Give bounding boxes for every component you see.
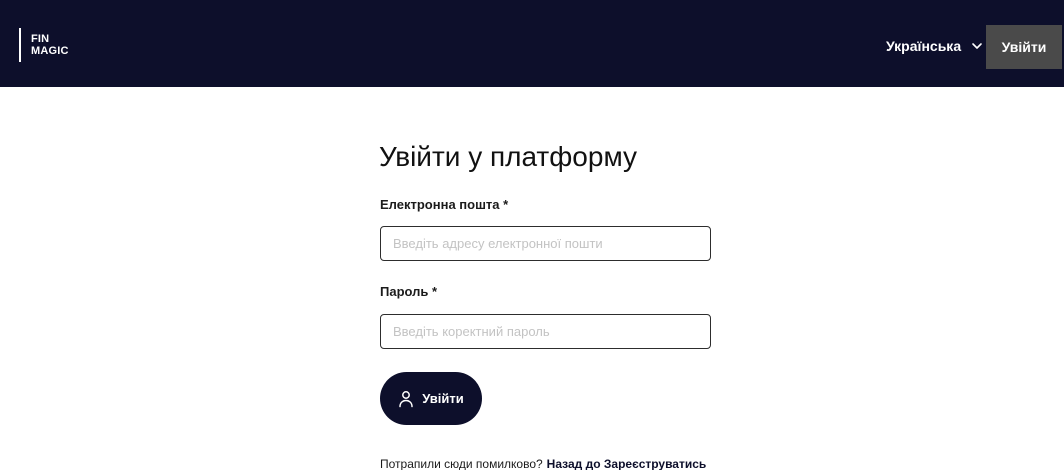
chevron-down-icon [971, 40, 983, 52]
password-label: Пароль * [380, 284, 438, 299]
page-title: Увійти у платформу [379, 141, 638, 172]
login-page: FIN MAGIC Українська Увійти Увійти у пла… [0, 0, 1064, 470]
submit-login-button[interactable]: Увійти [380, 372, 482, 425]
submit-login-label: Увійти [422, 391, 464, 406]
logo-line-magic: MAGIC [31, 45, 69, 57]
header-login-button[interactable]: Увійти [986, 25, 1062, 69]
email-label: Електронна пошта * [380, 197, 509, 212]
top-navbar: FIN MAGIC Українська Увійти [0, 0, 1064, 87]
email-field[interactable] [380, 226, 711, 261]
fin-magic-logo[interactable]: FIN MAGIC [19, 28, 69, 62]
language-label: Українська [886, 38, 962, 54]
wrong-page-notice: Потрапили сюди помилково? Назад до Зареєс… [380, 457, 706, 470]
logo-line-fin: FIN [31, 33, 50, 45]
user-icon [398, 390, 414, 408]
language-selector[interactable]: Українська [886, 36, 983, 56]
back-to-register-link[interactable]: Назад до Зареєструватись [547, 457, 707, 470]
password-field[interactable] [380, 314, 711, 349]
wrong-page-question: Потрапили сюди помилково? [380, 457, 543, 470]
